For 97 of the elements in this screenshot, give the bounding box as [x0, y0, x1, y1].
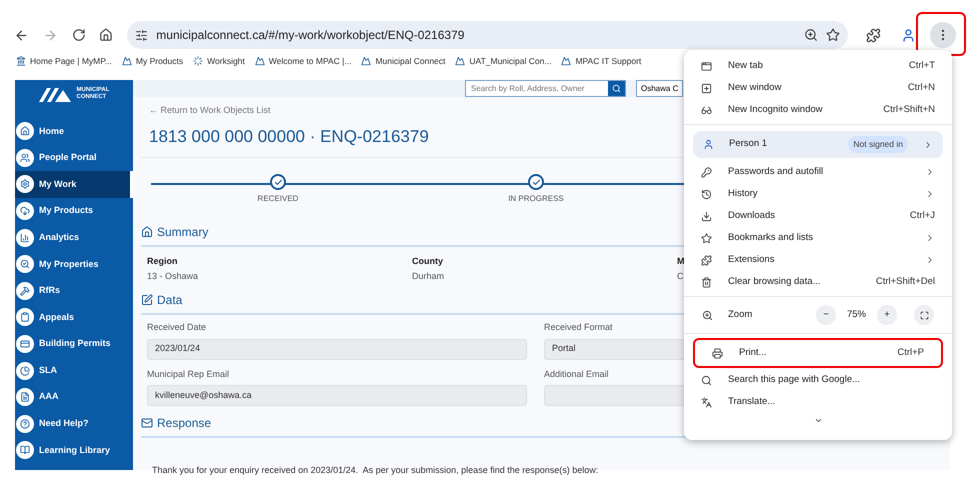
key-icon: [701, 166, 712, 178]
sidebar-item[interactable]: RfRs: [15, 278, 133, 304]
zoom-level: 75%: [846, 308, 866, 322]
sidebar-item[interactable]: AAA: [15, 384, 133, 411]
fullscreen-button[interactable]: [914, 305, 934, 325]
search-icon: [612, 84, 621, 93]
sidebar-item[interactable]: My Products: [15, 198, 133, 224]
field-value: 13 - Oshawa: [147, 270, 198, 282]
gear-icon: [16, 175, 34, 194]
logo-icon: [455, 56, 466, 66]
status-badge: Not signed in: [848, 136, 908, 153]
field-label: M: [677, 255, 684, 268]
puzzle-icon: [701, 254, 712, 266]
printer-icon: [712, 348, 723, 358]
page-title: 1813 000 000 00000 · ENQ-0216379: [149, 126, 429, 148]
url-text: municipalconnect.ca/#/my-work/workobject/ENQ-0216379: [156, 27, 466, 44]
municipality-select[interactable]: Oshawa C: [636, 80, 684, 97]
menu-item[interactable]: Search this page with Google...: [684, 369, 952, 391]
sidebar-item[interactable]: Appeals: [15, 304, 133, 331]
bookmark[interactable]: MPAC IT Support: [575, 54, 642, 68]
edit-icon: [141, 294, 153, 306]
menu-item[interactable]: Translate...: [684, 391, 952, 413]
bookmark[interactable]: UAT_Municipal Con...: [469, 54, 552, 68]
field-label: Municipal Rep Email: [147, 368, 230, 381]
field-label: Region: [147, 255, 178, 268]
bookmark[interactable]: Municipal Connect: [375, 54, 446, 68]
sidebar-item[interactable]: Need Help?: [15, 410, 133, 438]
logo-icon: [38, 86, 73, 102]
bookmark[interactable]: Home Page | MyMP...: [30, 54, 112, 68]
step-label: RECEIVED: [258, 193, 298, 205]
scroll-down-icon[interactable]: [814, 416, 822, 425]
search-button[interactable]: [608, 81, 625, 96]
address-bar[interactable]: municipalconnect.ca/#/my-work/workobject/ENQ-0216379: [127, 21, 848, 49]
home-icon: [141, 226, 153, 238]
menu-item[interactable]: Downloads Ctrl+J: [684, 205, 952, 227]
profile-row[interactable]: Person 1 Not signed in: [693, 131, 943, 158]
section-title: Data: [157, 292, 182, 309]
field-label: Received Date: [147, 321, 206, 334]
menu-item[interactable]: New tab Ctrl+T: [684, 55, 952, 77]
logo-icon: [122, 56, 132, 66]
search-icon: [701, 374, 712, 386]
person-icon: [703, 139, 714, 150]
zoom-icon[interactable]: [804, 28, 818, 42]
window-icon: [701, 82, 712, 94]
menu-item[interactable]: Bookmarks and lists: [684, 227, 952, 249]
star-icon: [701, 232, 712, 244]
menu-item[interactable]: Clear browsing data... Ctrl+Shift+Del: [684, 271, 952, 293]
bookmark[interactable]: My Products: [136, 54, 184, 68]
sidebar-item[interactable]: Analytics: [15, 224, 133, 251]
sidebar-item[interactable]: Home: [15, 118, 133, 145]
menu-item[interactable]: History: [684, 183, 952, 205]
menu-item[interactable]: New window Ctrl+N: [684, 77, 952, 99]
sidebar-item[interactable]: My Work: [15, 171, 133, 198]
search-field[interactable]: Search by Roll, Address, Owner: [465, 80, 626, 97]
profile-icon[interactable]: [901, 28, 916, 42]
star-icon[interactable]: [826, 28, 840, 42]
mail-icon: [141, 417, 153, 429]
tab-icon: [701, 60, 712, 72]
menu-item[interactable]: Extensions: [684, 249, 952, 271]
zoom-out-button[interactable]: −: [816, 305, 836, 325]
input-field[interactable]: kvilleneuve@oshawa.ca: [147, 385, 527, 406]
puzzle-icon[interactable]: [866, 28, 882, 42]
bookmark[interactable]: Welcome to MPAC |...: [268, 54, 352, 68]
reload-icon[interactable]: [72, 28, 86, 42]
zoom-icon: [702, 310, 713, 320]
home-icon[interactable]: [99, 28, 114, 42]
menu-item[interactable]: Passwords and autofill: [684, 161, 952, 183]
sidebar-item[interactable]: People Portal: [15, 144, 133, 172]
incognito-icon: [701, 104, 712, 116]
field-label: County: [412, 255, 443, 268]
sidebar-item[interactable]: Building Permits: [15, 330, 133, 358]
input-field[interactable]: 2023/01/24: [147, 338, 527, 360]
sidebar-item[interactable]: My Properties: [15, 250, 133, 278]
logo-icon: [361, 56, 372, 66]
field-value: C: [677, 270, 684, 282]
response-text: Thank you for your enquiry received on 2023/01/24. As per your submission, please find the response(s) below:: [152, 464, 600, 477]
sidebar-item[interactable]: Learning Library: [15, 437, 133, 464]
history-icon: [701, 188, 712, 200]
menu-item[interactable]: Print... Ctrl+P: [693, 338, 943, 368]
section-title: Response: [157, 415, 212, 432]
back-icon[interactable]: [14, 28, 29, 42]
logo-icon: [254, 56, 265, 66]
menu-item[interactable]: New Incognito window Ctrl+Shift+N: [684, 99, 952, 121]
bookmark[interactable]: Worksight: [207, 54, 245, 68]
trash-icon: [701, 276, 712, 288]
field-value: Durham: [412, 270, 444, 282]
download-icon: [701, 210, 712, 222]
logo-icon: [561, 56, 572, 66]
fullscreen-icon: [920, 310, 928, 320]
site-settings-icon[interactable]: [135, 28, 148, 42]
zoom-in-button[interactable]: +: [877, 305, 897, 325]
step-label: IN PROGRESS: [508, 193, 564, 205]
section-title: Summary: [157, 224, 208, 241]
sidebar-item[interactable]: SLA: [15, 357, 133, 384]
field-label: Additional Email: [544, 368, 609, 380]
field-label: Received Format: [544, 321, 613, 334]
translate-icon: [701, 396, 712, 408]
